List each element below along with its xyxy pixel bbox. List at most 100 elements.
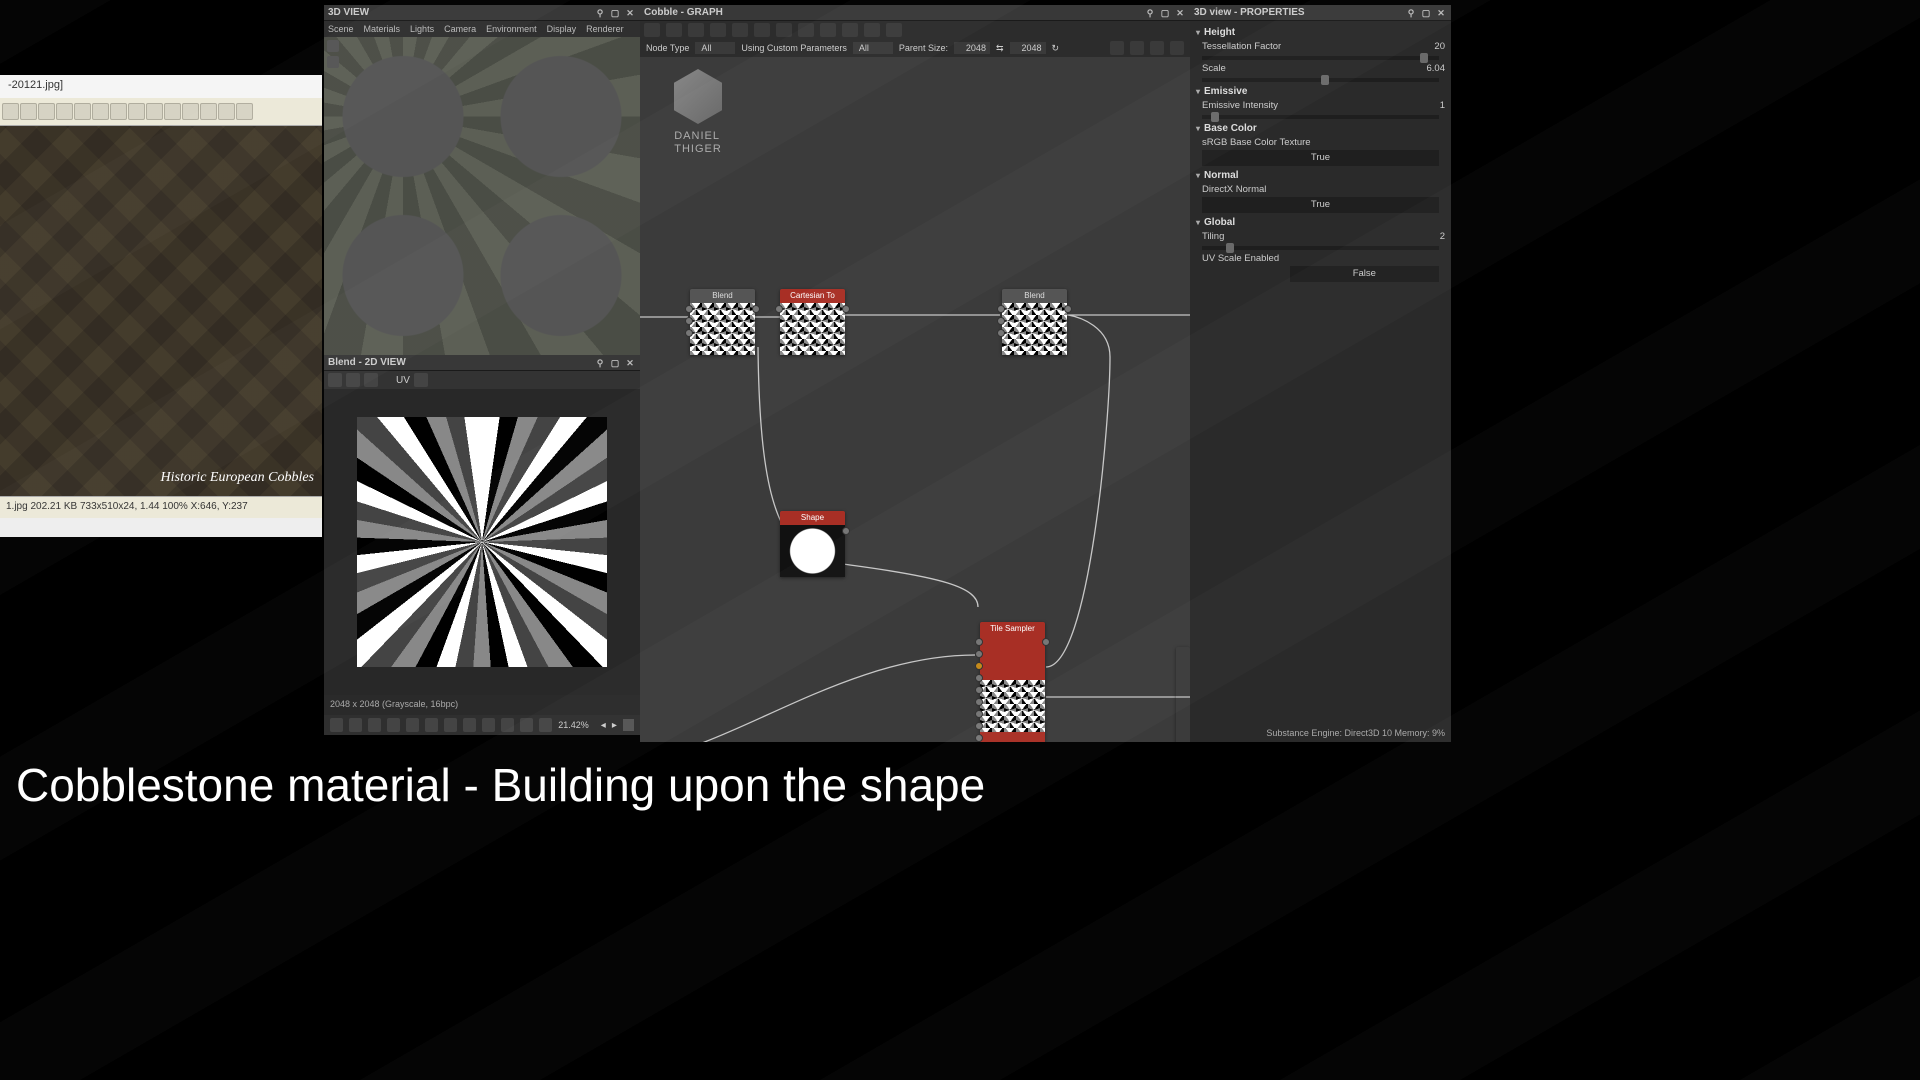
parent-size-width[interactable]: 2048 bbox=[954, 42, 990, 54]
srgb-toggle[interactable]: True bbox=[1202, 150, 1439, 166]
view3d-light-icon[interactable] bbox=[327, 56, 339, 68]
tessellation-slider[interactable] bbox=[1202, 56, 1439, 60]
rotate-right-icon[interactable] bbox=[92, 103, 109, 120]
graph-copy-icon[interactable] bbox=[754, 23, 770, 37]
menu-lights[interactable]: Lights bbox=[410, 24, 434, 34]
save-icon[interactable] bbox=[346, 373, 360, 387]
prev-image-icon[interactable] bbox=[110, 103, 127, 120]
view2d-canvas[interactable] bbox=[324, 389, 640, 695]
emissive-slider[interactable] bbox=[1202, 115, 1439, 119]
view3d-viewport[interactable] bbox=[324, 37, 640, 355]
zoom-out-icon[interactable] bbox=[20, 103, 37, 120]
section-emissive[interactable]: Emissive bbox=[1196, 86, 1445, 97]
graph-menu-icon[interactable] bbox=[644, 23, 660, 37]
image-viewer-file-tab[interactable]: -20121.jpg] bbox=[0, 75, 322, 98]
tiling-slider[interactable] bbox=[1202, 246, 1439, 250]
info-icon[interactable] bbox=[482, 718, 495, 732]
channel-r-icon[interactable] bbox=[349, 718, 362, 732]
next-image-icon[interactable] bbox=[128, 103, 145, 120]
section-global[interactable]: Global bbox=[1196, 217, 1445, 228]
fullscreen-icon[interactable] bbox=[164, 103, 181, 120]
view3d-axis-icon[interactable] bbox=[327, 40, 339, 52]
close-icon[interactable]: ✕ bbox=[1174, 7, 1186, 19]
node-offscreen[interactable] bbox=[1176, 647, 1190, 742]
graph-cut-icon[interactable] bbox=[732, 23, 748, 37]
node-shape[interactable]: Shape bbox=[780, 511, 845, 577]
section-height[interactable]: Height bbox=[1196, 27, 1445, 38]
menu-display[interactable]: Display bbox=[547, 24, 577, 34]
node-cartesian-to-polar[interactable]: Cartesian To Pol... bbox=[780, 289, 845, 355]
uvscale-toggle[interactable]: False bbox=[1290, 266, 1439, 282]
graph-undo-icon[interactable] bbox=[688, 23, 704, 37]
channel-a-icon[interactable] bbox=[406, 718, 419, 732]
zoom-in-icon[interactable] bbox=[2, 103, 19, 120]
panel-title-2d-view: Blend - 2D VIEW ⚲ ▢ ✕ bbox=[324, 355, 640, 371]
uv-dropdown-icon[interactable] bbox=[414, 373, 428, 387]
arrow-left-icon[interactable]: ◂ bbox=[601, 720, 606, 731]
menu-scene[interactable]: Scene bbox=[328, 24, 354, 34]
section-base-color[interactable]: Base Color bbox=[1196, 123, 1445, 134]
lock-icon[interactable] bbox=[623, 719, 634, 731]
close-icon[interactable]: ✕ bbox=[624, 357, 636, 369]
parent-size-height[interactable]: 2048 bbox=[1010, 42, 1046, 54]
save-icon[interactable] bbox=[182, 103, 199, 120]
arrow-right-icon[interactable]: ▸ bbox=[612, 720, 617, 731]
graph-save-icon[interactable] bbox=[666, 23, 682, 37]
zoom-actual-icon[interactable] bbox=[56, 103, 73, 120]
lock-link-icon[interactable]: ⇆ bbox=[996, 43, 1004, 54]
image-viewer-canvas[interactable]: Historic European Cobbles bbox=[0, 126, 322, 496]
node-blend-1[interactable]: Blend bbox=[690, 289, 755, 355]
pick-icon[interactable] bbox=[328, 373, 342, 387]
graph-grid-icon[interactable] bbox=[1130, 41, 1144, 55]
zoom-fit-icon[interactable] bbox=[38, 103, 55, 120]
channel-b-icon[interactable] bbox=[387, 718, 400, 732]
pin-icon[interactable]: ⚲ bbox=[594, 357, 606, 369]
delete-icon[interactable] bbox=[236, 103, 253, 120]
maximize-icon[interactable]: ▢ bbox=[1420, 7, 1432, 19]
histogram-icon[interactable] bbox=[425, 718, 438, 732]
maximize-icon[interactable]: ▢ bbox=[1159, 7, 1171, 19]
pin-icon[interactable]: ⚲ bbox=[594, 7, 606, 19]
graph-frame-icon[interactable] bbox=[798, 23, 814, 37]
maximize-icon[interactable]: ▢ bbox=[609, 357, 621, 369]
gamma-icon[interactable] bbox=[520, 718, 533, 732]
exposure-icon[interactable] bbox=[501, 718, 514, 732]
rotate-left-icon[interactable] bbox=[74, 103, 91, 120]
print-icon[interactable] bbox=[218, 103, 235, 120]
graph-snap-icon[interactable] bbox=[1150, 41, 1164, 55]
close-icon[interactable]: ✕ bbox=[1435, 7, 1447, 19]
copy-icon[interactable] bbox=[364, 373, 378, 387]
slideshow-icon[interactable] bbox=[146, 103, 163, 120]
maximize-icon[interactable]: ▢ bbox=[609, 7, 621, 19]
menu-renderer[interactable]: Renderer bbox=[586, 24, 624, 34]
graph-redo-icon[interactable] bbox=[710, 23, 726, 37]
scale-slider[interactable] bbox=[1202, 78, 1439, 82]
pin-icon[interactable]: ⚲ bbox=[1405, 7, 1417, 19]
close-icon[interactable]: ✕ bbox=[624, 7, 636, 19]
graph-highlight-icon[interactable] bbox=[864, 23, 880, 37]
refresh-icon[interactable]: ↻ bbox=[1052, 43, 1060, 54]
grid-icon[interactable] bbox=[463, 718, 476, 732]
tile-icon[interactable] bbox=[444, 718, 457, 732]
custom-params-select[interactable]: All bbox=[853, 42, 893, 54]
copy-icon[interactable] bbox=[200, 103, 217, 120]
node-tile-sampler[interactable]: Tile Sampler bbox=[980, 622, 1045, 742]
node-type-select[interactable]: All bbox=[695, 42, 735, 54]
background-icon[interactable] bbox=[539, 718, 552, 732]
menu-materials[interactable]: Materials bbox=[364, 24, 401, 34]
channel-rgba-icon[interactable] bbox=[330, 718, 343, 732]
menu-environment[interactable]: Environment bbox=[486, 24, 537, 34]
graph-pin-icon[interactable] bbox=[886, 23, 902, 37]
menu-camera[interactable]: Camera bbox=[444, 24, 476, 34]
graph-canvas[interactable]: DANIEL THIGER Blend Cartesian To Pol... bbox=[640, 57, 1190, 742]
graph-timing-icon[interactable] bbox=[842, 23, 858, 37]
graph-align-icon[interactable] bbox=[1170, 41, 1184, 55]
graph-paste-icon[interactable] bbox=[776, 23, 792, 37]
directx-normal-toggle[interactable]: True bbox=[1202, 197, 1439, 213]
channel-g-icon[interactable] bbox=[368, 718, 381, 732]
pin-icon[interactable]: ⚲ bbox=[1144, 7, 1156, 19]
node-blend-2[interactable]: Blend bbox=[1002, 289, 1067, 355]
section-normal[interactable]: Normal bbox=[1196, 170, 1445, 181]
graph-view-icon[interactable] bbox=[1110, 41, 1124, 55]
graph-layout-icon[interactable] bbox=[820, 23, 836, 37]
